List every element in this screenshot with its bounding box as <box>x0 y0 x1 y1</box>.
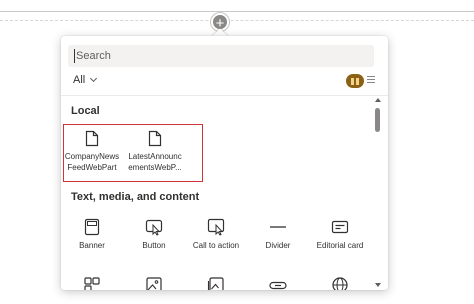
image-gallery-icon <box>207 277 224 290</box>
section-title-text-media: Text, media, and content <box>71 191 200 203</box>
grid-icon <box>351 77 359 85</box>
header-divider <box>61 95 388 96</box>
page: + All Local CompanyNews FeedWebPart <box>0 0 474 304</box>
scroll-up-arrow-icon[interactable] <box>375 98 381 102</box>
tile-label: Call to action <box>192 241 240 250</box>
webpart-tile-quick-links[interactable] <box>61 276 124 290</box>
tile-label-line1: LatestAnnounc <box>128 152 182 161</box>
grid-view-toggle[interactable] <box>346 74 364 88</box>
button-icon <box>145 219 163 236</box>
webpart-tile-editorial-card[interactable]: Editorial card <box>308 218 372 251</box>
webpart-tile-button[interactable]: Button <box>122 218 186 251</box>
banner-icon <box>84 218 100 236</box>
document-icon <box>148 130 162 147</box>
quick-links-icon <box>84 277 100 290</box>
document-icon <box>85 130 99 147</box>
filter-label: All <box>73 74 86 86</box>
tile-label: Button <box>142 241 166 250</box>
webpart-tile-latestannouncements[interactable]: LatestAnnounc ementsWebP... <box>123 130 187 173</box>
section-insert-line <box>0 11 474 21</box>
webpart-tile-companynews[interactable]: CompanyNews FeedWebPart <box>61 130 124 173</box>
webpart-tile-banner[interactable]: Banner <box>61 218 124 251</box>
editorial-card-icon <box>331 220 349 234</box>
tile-label-line1: CompanyNews <box>64 152 120 161</box>
tile-label-line2: ementsWebP... <box>128 163 182 172</box>
tile-label: Divider <box>265 241 291 250</box>
globe-icon <box>332 277 348 290</box>
scroll-thumb[interactable] <box>375 108 380 132</box>
tile-label-line2: FeedWebPart <box>67 163 117 172</box>
call-to-action-icon <box>207 218 225 236</box>
divider-icon <box>270 226 286 228</box>
search-box[interactable] <box>68 45 374 67</box>
text-caret <box>74 49 75 63</box>
webpart-tile-link[interactable] <box>246 276 310 290</box>
tile-label: Banner <box>79 241 105 250</box>
vertical-scrollbar[interactable] <box>373 96 383 290</box>
link-icon <box>269 281 287 290</box>
chevron-down-icon <box>90 74 98 83</box>
webpart-tile-globe[interactable] <box>308 276 372 290</box>
section-title-local: Local <box>71 105 100 117</box>
webpart-tile-image-gallery[interactable] <box>184 276 248 290</box>
list-icon <box>367 76 375 77</box>
scroll-down-arrow-icon[interactable] <box>375 283 381 287</box>
search-input[interactable] <box>76 45 366 67</box>
list-view-toggle[interactable] <box>367 76 375 85</box>
webpart-tile-divider[interactable]: Divider <box>246 218 310 251</box>
tile-label: Editorial card <box>316 241 364 250</box>
category-filter-dropdown[interactable]: All <box>73 72 98 88</box>
image-icon <box>146 277 162 290</box>
webpart-tile-call-to-action[interactable]: Call to action <box>184 218 248 251</box>
webpart-toolbox-panel: All Local CompanyNews FeedWebPart <box>61 36 388 290</box>
webpart-tile-image[interactable] <box>122 276 186 290</box>
